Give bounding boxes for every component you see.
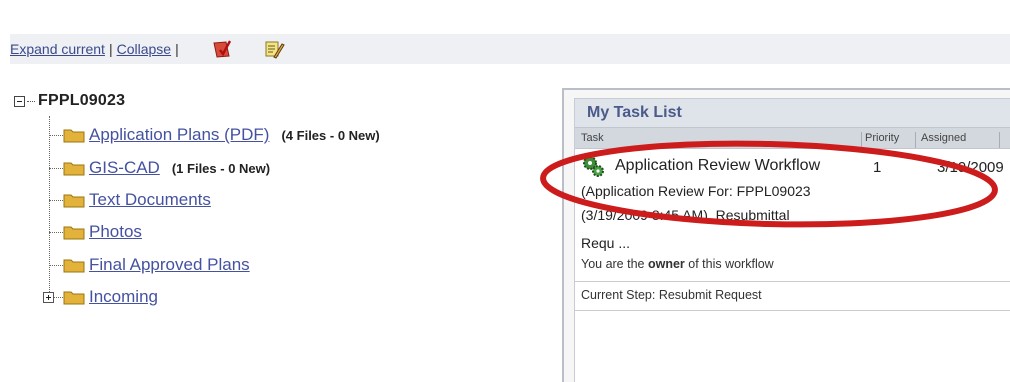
tree-item-photos[interactable]: Photos bbox=[49, 220, 142, 244]
tree-connector bbox=[49, 167, 63, 169]
tree-root[interactable]: FPPL09023 bbox=[14, 92, 125, 110]
divider bbox=[575, 281, 1010, 282]
task-description: (Application Review For: FPPL09023 (3/19… bbox=[575, 179, 1010, 255]
tree-connector bbox=[49, 264, 63, 266]
task-owner-note: You are the owner of this workflow bbox=[575, 257, 1010, 271]
column-divider bbox=[915, 132, 916, 148]
folder-icon bbox=[63, 259, 85, 273]
file-count: (1 Files - 0 New) bbox=[171, 160, 271, 176]
expand-current-link[interactable]: Expand current bbox=[10, 41, 105, 57]
task-description-line: (Application Review For: FPPL09023 bbox=[581, 183, 811, 199]
task-description-line: Requ ... bbox=[581, 235, 631, 251]
owner-note-text: of this workflow bbox=[684, 257, 774, 271]
file-count: (4 Files - 0 New) bbox=[281, 127, 380, 143]
tree-item-label[interactable]: Final Approved Plans bbox=[89, 255, 250, 275]
tree-connector bbox=[49, 134, 63, 136]
tree-connector bbox=[49, 231, 63, 233]
tree-item-final-approved-plans[interactable]: Final Approved Plans bbox=[49, 253, 250, 277]
column-header-priority[interactable]: Priority bbox=[865, 132, 899, 144]
current-step: Current Step: Resubmit Request bbox=[581, 288, 762, 302]
column-divider bbox=[999, 132, 1000, 148]
folder-tree: FPPL09023 Application Plans (PDF) (4 Fil… bbox=[14, 92, 534, 352]
collapse-link[interactable]: Collapse bbox=[117, 41, 171, 57]
task-description-line: (3/19/2009 8:45 AM), Resubmittal bbox=[581, 207, 790, 223]
tree-item-label[interactable]: Text Documents bbox=[89, 190, 211, 210]
folder-icon bbox=[63, 162, 85, 176]
column-header-task[interactable]: Task bbox=[581, 132, 604, 144]
toolbar: Expand current | Collapse | bbox=[10, 34, 1010, 64]
folder-icon bbox=[63, 194, 85, 208]
column-divider bbox=[861, 132, 862, 148]
tree-root-label: FPPL09023 bbox=[38, 92, 126, 109]
task-list-body: My Task List Task Priority Assigned Appl… bbox=[574, 98, 1010, 382]
column-header-assigned[interactable]: Assigned bbox=[921, 132, 966, 144]
task-priority: 1 bbox=[873, 159, 882, 176]
edit-notes-icon[interactable] bbox=[263, 38, 285, 60]
folder-icon bbox=[63, 226, 85, 240]
task-row[interactable]: Application Review Workflow 1 3/19/2009 bbox=[575, 149, 1010, 179]
task-table-header: Task Priority Assigned bbox=[575, 127, 1010, 149]
tree-connector bbox=[49, 199, 63, 201]
tree-item-gis-cad[interactable]: GIS-CAD (1 Files - 0 New) bbox=[49, 156, 270, 180]
owner-note-role: owner bbox=[647, 257, 685, 271]
folder-icon bbox=[63, 291, 85, 305]
tree-item-text-documents[interactable]: Text Documents bbox=[49, 188, 211, 212]
tree-connector bbox=[27, 100, 35, 102]
divider bbox=[575, 310, 1010, 311]
workflow-gears-icon bbox=[583, 156, 604, 177]
owner-note-text: You are the bbox=[581, 257, 648, 271]
expand-plus-icon[interactable] bbox=[43, 291, 54, 303]
tree-item-label[interactable]: Photos bbox=[89, 222, 142, 242]
tree-item-label[interactable]: Incoming bbox=[89, 287, 158, 307]
toolbar-separator: | bbox=[175, 41, 179, 57]
folder-icon bbox=[63, 129, 85, 143]
toolbar-separator: | bbox=[108, 41, 113, 57]
task-name[interactable]: Application Review Workflow bbox=[615, 157, 820, 175]
tree-item-application-plans[interactable]: Application Plans (PDF) (4 Files - 0 New… bbox=[49, 123, 380, 147]
check-flag-icon[interactable] bbox=[211, 38, 233, 60]
task-list-panel: My Task List Task Priority Assigned Appl… bbox=[562, 88, 1010, 382]
tree-item-incoming[interactable]: Incoming bbox=[43, 285, 158, 309]
tree-item-label[interactable]: GIS-CAD bbox=[89, 158, 160, 178]
collapse-box-icon[interactable] bbox=[14, 95, 25, 107]
tree-item-label[interactable]: Application Plans (PDF) bbox=[89, 125, 269, 145]
task-assigned-date: 3/19/2009 bbox=[937, 159, 1004, 176]
panel-title: My Task List bbox=[575, 99, 1010, 127]
